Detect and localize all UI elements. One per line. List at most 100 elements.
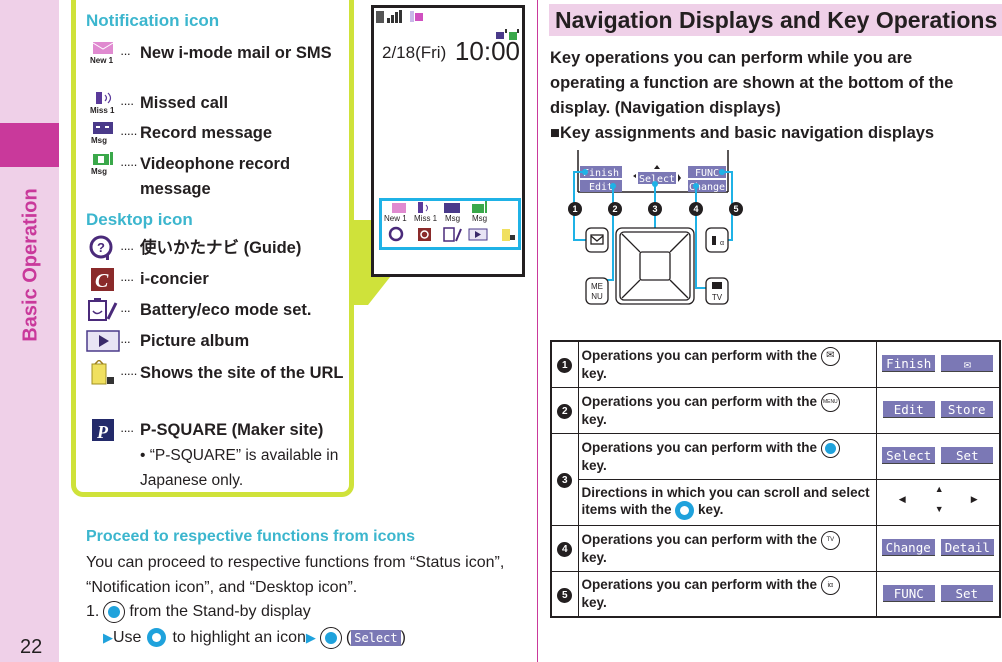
desktop-item-guide: ? ···· 使いかたナビ (Guide) xyxy=(86,235,350,261)
select-softkey: Select xyxy=(351,629,401,646)
row-number-badge: 3 xyxy=(557,473,573,488)
i-appli-key: α xyxy=(705,227,729,253)
panel-caption-msg2: Msg xyxy=(472,214,487,223)
panel-icons: New 1 Miss 1 Msg Msg xyxy=(384,201,515,242)
proceed-body: You can proceed to respective functions … xyxy=(86,554,505,596)
panel-caption-miss: Miss 1 xyxy=(414,214,438,223)
scroll-directions: ▲ ◀ ▶ ▼ xyxy=(893,482,983,518)
table-row: 5 Operations you can perform with the iα… xyxy=(550,570,1001,618)
manual-page: Basic Operation 22 Notification icon New… xyxy=(0,0,1002,662)
table-row: Directions in which you can scroll and s… xyxy=(551,478,1001,526)
arrow-icon: ▶ xyxy=(305,630,316,645)
mail-key xyxy=(585,227,609,253)
table-row: 2 Operations you can perform with the ME… xyxy=(550,386,1001,434)
enter-key-icon xyxy=(319,626,342,649)
menu-key: MENU xyxy=(585,277,609,305)
svg-text:2: 2 xyxy=(612,204,617,214)
multi-direction-key xyxy=(615,227,695,305)
svg-text:4: 4 xyxy=(693,204,698,214)
softkey-detail: Detail xyxy=(940,539,994,556)
panel-record-message-icon: Msg xyxy=(444,203,460,223)
step-1-substep: ▶ Use to highlight an icon ▶ ( Select ) xyxy=(103,625,406,650)
softkey-select: Select xyxy=(882,447,936,464)
record-message-icon: Msg xyxy=(86,121,120,145)
camera-tv-key-icon: TV xyxy=(820,530,840,550)
p-square-icon: P xyxy=(86,418,120,442)
panel-caption-new: New 1 xyxy=(384,214,407,223)
videophone-record-icon: Msg xyxy=(86,152,120,176)
signal-icon xyxy=(376,10,402,23)
arrow-left-icon: ◀ xyxy=(898,493,906,504)
p-square-note: • “P-SQUARE” is available in Japanese on… xyxy=(140,447,339,489)
key-operations-table: 1 Operations you can perform with the ✉ k… xyxy=(550,340,1001,618)
column-divider xyxy=(537,0,538,662)
svg-text:FUNC: FUNC xyxy=(695,168,719,179)
arrow-right-icon: ▶ xyxy=(970,493,978,504)
svg-text:C: C xyxy=(95,270,109,292)
svg-text:Edit: Edit xyxy=(589,182,613,193)
standby-clock: 10:00 xyxy=(454,36,520,66)
notification-icon-title: Notification icon xyxy=(86,11,220,30)
svg-text:Miss 1: Miss 1 xyxy=(90,106,115,115)
subheading: ■Key assignments and basic navigation di… xyxy=(550,124,935,142)
panel-caption-msg: Msg xyxy=(445,214,460,223)
desktop-item-picture-album: ··· Picture album xyxy=(86,329,350,354)
step-1: 1. from the Stand-by display xyxy=(86,599,311,624)
page-number: 22 xyxy=(20,636,43,658)
row-number-badge: 2 xyxy=(557,404,573,419)
softkey-change: Change xyxy=(881,539,935,556)
desktop-item-battery-eco: ··· Battery/eco mode set. xyxy=(86,298,350,323)
proceed-heading: Proceed to respective functions from ico… xyxy=(86,528,415,545)
standby-date: 2/18(Fri) xyxy=(382,43,447,62)
panel-new-mail-icon: New 1 xyxy=(384,203,407,223)
chapter-label: Basic Operation xyxy=(19,188,42,342)
svg-text:NU: NU xyxy=(591,292,603,301)
battery-eco-icon xyxy=(86,298,120,322)
mail-key-icon: ✉ xyxy=(820,346,840,366)
desktop-item-p-square: P ···· P-SQUARE (Maker site) xyxy=(86,418,350,443)
notification-item-videophone: Msg ····· Videophone record message xyxy=(86,152,350,202)
panel-iconcier-icon xyxy=(418,228,431,241)
panel-videophone-icon: Msg xyxy=(472,201,487,223)
i-appli-key-icon: iα xyxy=(820,576,840,596)
softkey-edit: Edit xyxy=(882,401,935,418)
enter-key-icon xyxy=(820,438,840,458)
table-row: 4 Operations you can perform with the TV… xyxy=(550,524,1001,572)
camera-tv-key: TV xyxy=(705,277,729,305)
softkey-func: FUNC xyxy=(882,584,935,602)
enter-key-icon xyxy=(103,600,126,623)
table-row: 1 Operations you can perform with the ✉ k… xyxy=(550,340,1001,388)
svg-text:α: α xyxy=(720,240,724,247)
multi-key-icon xyxy=(675,500,695,520)
intro-paragraph: Key operations you can perform while you… xyxy=(550,49,954,117)
menu-key-icon: MENU xyxy=(820,392,840,412)
icon-panel: New 1 Miss 1 Msg Msg xyxy=(379,198,521,250)
table-row: 3 Operations you can perform with the ke… xyxy=(550,432,1001,526)
notification-item-missed-call: Miss 1 ···· Missed call xyxy=(86,91,350,116)
arrow-up-icon: ▲ xyxy=(934,483,944,494)
missed-call-icon: Miss 1 xyxy=(86,91,120,115)
url-site-icon xyxy=(86,360,120,385)
desktop-icon-title: Desktop icon xyxy=(86,210,193,229)
svg-text:TV: TV xyxy=(712,293,723,302)
section-heading: Navigation Displays and Key Operations xyxy=(549,4,1002,36)
svg-text:1: 1 xyxy=(572,204,577,214)
mail-status-icon xyxy=(410,11,423,22)
softkey-set: Set xyxy=(941,447,994,464)
arrow-down-icon: ▼ xyxy=(934,503,944,514)
desktop-item-iconcier: C ···· i-concier xyxy=(86,267,350,292)
notification-item-new-mail: New 1 ··· New i-mode mail or SMS xyxy=(86,41,350,66)
svg-text:Msg: Msg xyxy=(91,136,107,145)
svg-text:3: 3 xyxy=(652,204,657,214)
i-concier-icon: C xyxy=(86,267,120,292)
svg-text:ME: ME xyxy=(591,282,603,291)
svg-text:5: 5 xyxy=(733,204,738,214)
picture-album-icon xyxy=(86,329,120,353)
panel-album-icon xyxy=(468,228,488,241)
panel-url-icon xyxy=(502,229,515,241)
svg-text:New 1: New 1 xyxy=(90,56,114,65)
svg-text:?: ? xyxy=(97,240,105,255)
svg-text:Finish: Finish xyxy=(583,168,619,179)
multi-key-icon xyxy=(147,628,167,647)
panel-missed-call-icon: Miss 1 xyxy=(414,202,438,223)
